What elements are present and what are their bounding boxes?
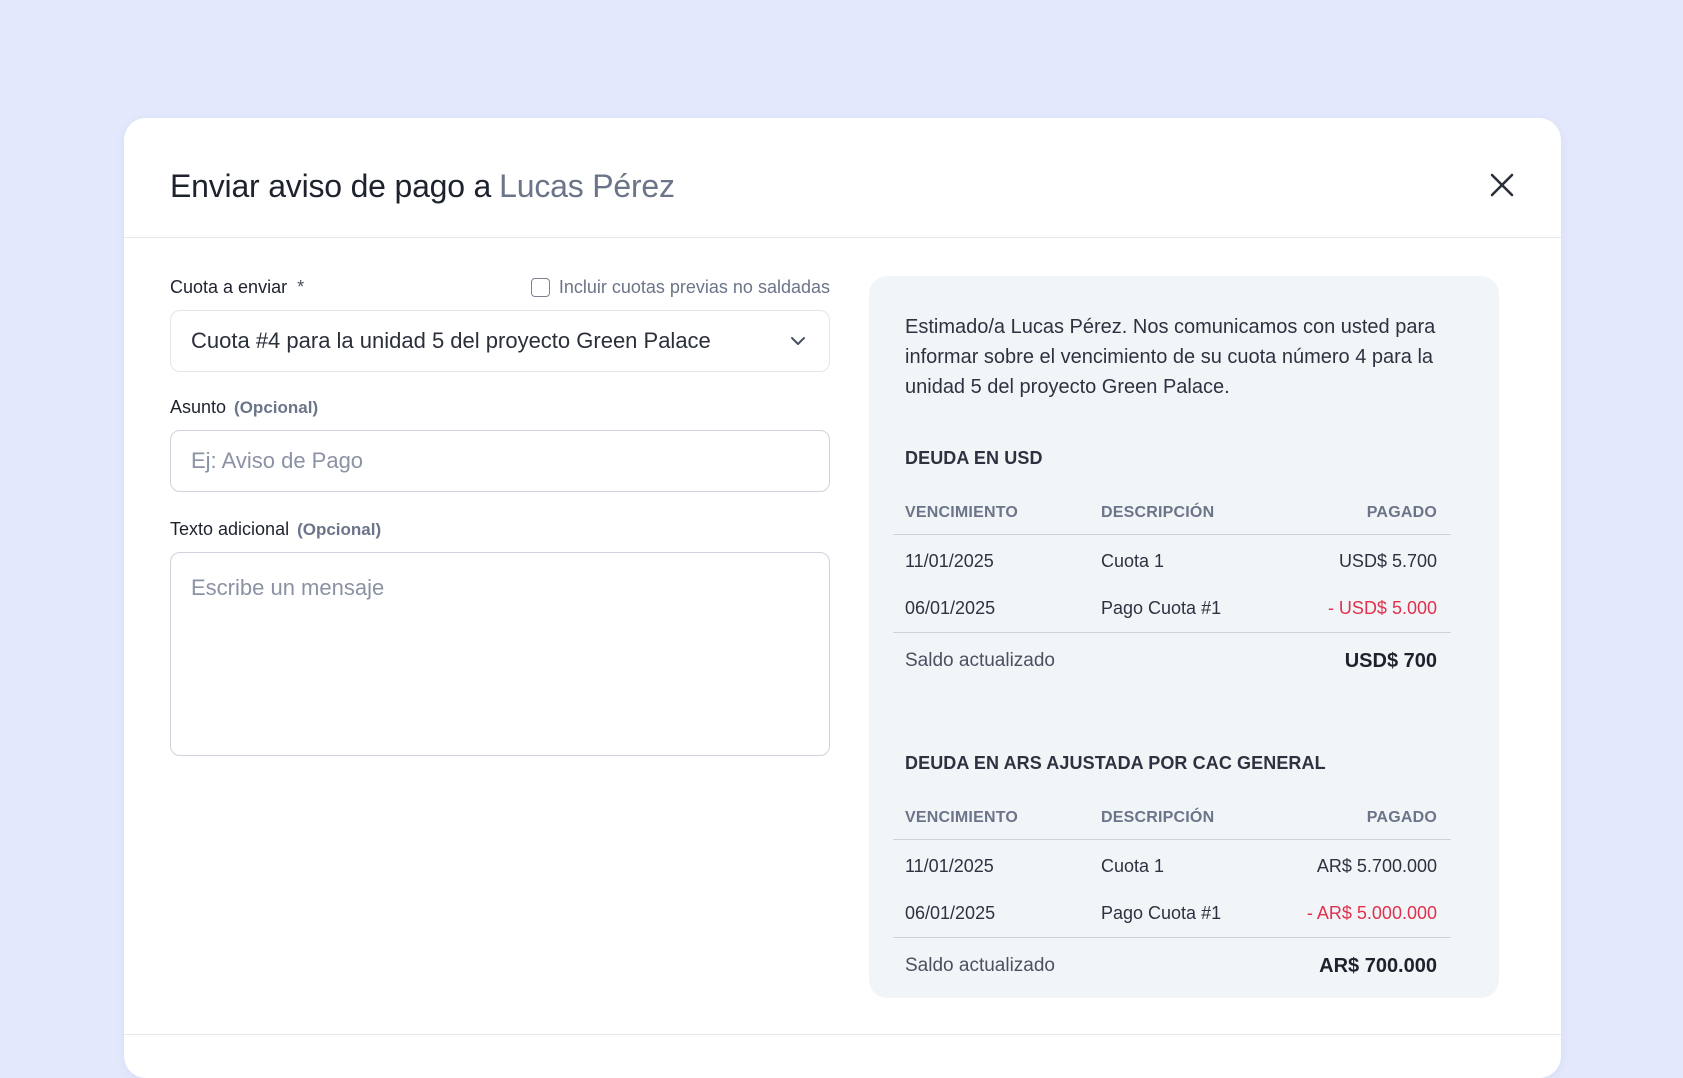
header-vencimiento: VENCIMIENTO xyxy=(905,503,1019,521)
extra-text-label-row: Texto adicional (Opcional) xyxy=(170,516,830,542)
required-mark: * xyxy=(297,276,305,297)
header-vencimiento: VENCIMIENTO xyxy=(905,808,1019,826)
preview-intro: Estimado/a Lucas Pérez. Nos comunicamos … xyxy=(905,316,1436,398)
row-description: Cuota 1 xyxy=(1101,855,1165,876)
cuota-select-value: Cuota #4 para la unidad 5 del proyecto G… xyxy=(191,328,711,353)
close-icon xyxy=(1490,173,1514,197)
balance-value: AR$ 700.000 xyxy=(1319,954,1437,977)
usd-debt-table: VENCIMIENTO DESCRIPCIÓN PAGADO 11/01/202… xyxy=(893,491,1451,689)
header-descripcion: DESCRIPCIÓN xyxy=(1101,808,1215,826)
extra-text-optional: (Opcional) xyxy=(297,519,382,539)
footer-divider xyxy=(124,1034,1561,1035)
extra-text-label-text: Texto adicional xyxy=(170,518,290,539)
ars-debt-title: DEUDA EN ARS AJUSTADA POR CAC GENERAL xyxy=(905,753,1326,773)
ars-debt-table: VENCIMIENTO DESCRIPCIÓN PAGADO 11/01/202… xyxy=(893,796,1451,994)
row-amount: AR$ 5.700.000 xyxy=(1316,855,1437,876)
table-header: VENCIMIENTO DESCRIPCIÓN PAGADO xyxy=(893,796,1451,840)
payment-notice-modal: Enviar aviso de pago a Lucas Pérez Cuota … xyxy=(124,118,1561,1078)
row-date: 06/01/2025 xyxy=(905,598,996,618)
notice-form: Cuota a enviar * Incluir cuotas previas n… xyxy=(170,274,830,761)
row-description: Pago Cuota #1 xyxy=(1101,903,1222,923)
table-row: 11/01/2025 Cuota 1 USD$ 5.700 xyxy=(893,537,1451,585)
modal-header: Enviar aviso de pago a Lucas Pérez xyxy=(124,118,1561,238)
balance-value: USD$ 700 xyxy=(1344,649,1437,672)
subject-input[interactable] xyxy=(170,430,830,492)
cuota-label: Cuota a enviar * xyxy=(170,277,304,298)
cuota-label-row: Cuota a enviar * Incluir cuotas previas n… xyxy=(170,274,830,300)
close-button[interactable] xyxy=(1487,170,1517,200)
message-preview: Estimado/a Lucas Pérez. Nos comunicamos … xyxy=(869,276,1499,998)
modal-title-text: Enviar aviso de pago a xyxy=(170,168,492,204)
subject-label: Asunto (Opcional) xyxy=(170,397,318,418)
row-amount-negative: - USD$ 5.000 xyxy=(1327,598,1437,618)
recipient-name: Lucas Pérez xyxy=(499,168,675,204)
chevron-down-icon xyxy=(789,332,807,350)
include-previous-checkbox[interactable] xyxy=(530,277,550,297)
header-descripcion: DESCRIPCIÓN xyxy=(1101,503,1215,521)
table-row: 06/01/2025 Pago Cuota #1 - USD$ 5.000 xyxy=(893,585,1451,633)
include-previous-toggle[interactable]: Incluir cuotas previas no saldadas xyxy=(530,276,830,298)
extra-text-input[interactable] xyxy=(170,552,830,756)
usd-debt-title: DEUDA EN USD xyxy=(905,448,1043,468)
balance-row: Saldo actualizado AR$ 700.000 xyxy=(893,938,1451,994)
row-date: 11/01/2025 xyxy=(905,550,994,571)
header-pagado: PAGADO xyxy=(1366,503,1437,521)
subject-label-text: Asunto xyxy=(170,396,227,417)
include-previous-label: Incluir cuotas previas no saldadas xyxy=(558,276,830,297)
table-row: 06/01/2025 Pago Cuota #1 - AR$ 5.000.000 xyxy=(893,890,1451,938)
header-pagado: PAGADO xyxy=(1366,808,1437,826)
balance-label: Saldo actualizado xyxy=(905,650,1055,671)
extra-text-label: Texto adicional (Opcional) xyxy=(170,519,381,540)
table-row: 11/01/2025 Cuota 1 AR$ 5.700.000 xyxy=(893,842,1451,890)
row-amount: USD$ 5.700 xyxy=(1338,550,1437,571)
subject-label-row: Asunto (Opcional) xyxy=(170,394,830,420)
cuota-label-text: Cuota a enviar xyxy=(170,276,288,297)
table-header: VENCIMIENTO DESCRIPCIÓN PAGADO xyxy=(893,491,1451,535)
row-description: Cuota 1 xyxy=(1101,550,1165,571)
balance-row: Saldo actualizado USD$ 700 xyxy=(893,633,1451,689)
row-amount-negative: - AR$ 5.000.000 xyxy=(1306,903,1437,923)
row-date: 11/01/2025 xyxy=(905,855,994,876)
subject-optional: (Opcional) xyxy=(234,397,319,417)
row-description: Pago Cuota #1 xyxy=(1101,598,1222,618)
row-date: 06/01/2025 xyxy=(905,903,996,923)
cuota-select[interactable]: Cuota #4 para la unidad 5 del proyecto G… xyxy=(170,310,830,372)
balance-label: Saldo actualizado xyxy=(905,955,1055,976)
modal-title: Enviar aviso de pago a Lucas Pérez xyxy=(170,168,675,205)
